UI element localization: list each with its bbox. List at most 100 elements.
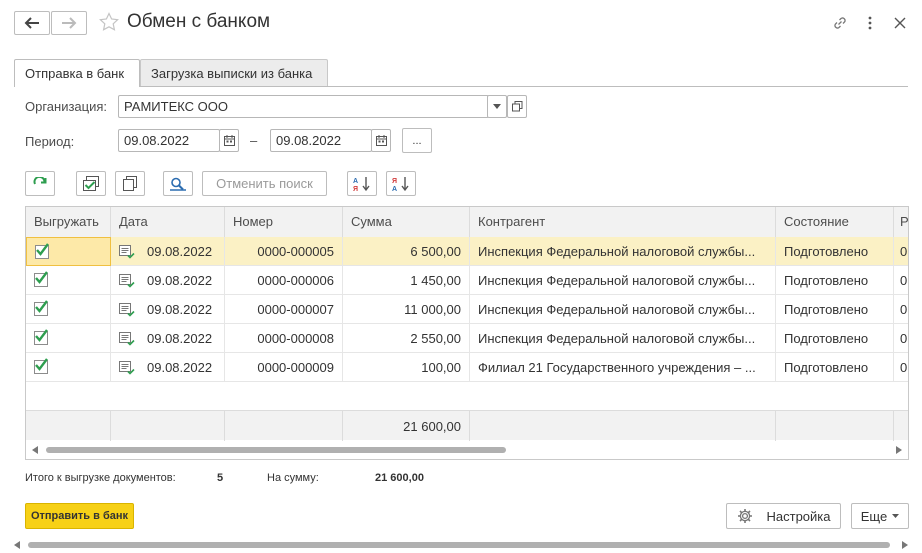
documents-table: Выгружать Дата Номер Сумма Контрагент Со… <box>25 206 909 460</box>
date-cell: 09.08.2022 <box>111 266 225 295</box>
window-horizontal-scrollbar[interactable] <box>10 540 912 550</box>
extra-cell: 0 <box>900 331 908 346</box>
upload-checkbox[interactable] <box>34 300 48 316</box>
organization-label: Организация: <box>25 99 108 114</box>
footer-cell <box>225 411 343 441</box>
tab-send-to-bank[interactable]: Отправка в банк <box>14 59 140 87</box>
sort-ascending-button[interactable]: А Я <box>347 171 377 196</box>
checkmark-icon <box>35 358 48 371</box>
scroll-left-icon[interactable] <box>14 541 20 549</box>
upload-checkbox[interactable] <box>34 358 48 374</box>
checkmark-icon <box>36 243 49 256</box>
extra-cell: 0 <box>900 244 908 259</box>
sort-descending-icon: Я А <box>392 176 409 192</box>
date-value: 09.08.2022 <box>147 244 213 259</box>
scroll-left-icon[interactable] <box>32 446 38 454</box>
table-row[interactable]: 09.08.2022 0000-000008 2 550,00 Инспекция Ф… <box>26 324 908 353</box>
period-to-input[interactable]: 09.08.2022 <box>270 129 372 152</box>
chevron-down-icon <box>892 514 900 518</box>
sum-cell: 100,00 <box>343 353 470 382</box>
state-cell: Подготовлено <box>776 237 894 266</box>
more-vertical-icon[interactable] <box>861 14 879 32</box>
select-all-button[interactable] <box>76 171 106 196</box>
total-sum-value: 21 600,00 <box>375 472 424 484</box>
period-from-calendar-button[interactable] <box>219 129 239 152</box>
column-header-sum[interactable]: Сумма <box>343 207 470 237</box>
checkmark-icon <box>35 329 48 342</box>
contractor-cell: Инспекция Федеральной налоговой службы..… <box>470 324 776 353</box>
upload-checkbox[interactable] <box>34 329 48 345</box>
payment-order-icon <box>119 361 135 378</box>
table-row[interactable]: 09.08.2022 0000-000009 100,00 Филиал 21 Гос… <box>26 353 908 382</box>
column-header-state[interactable]: Состояние <box>776 207 894 237</box>
favorite-star-icon[interactable] <box>99 12 119 35</box>
column-header-number[interactable]: Номер <box>225 207 343 237</box>
footer-total-sum: 21 600,00 <box>343 411 470 441</box>
checkmark-icon <box>35 271 48 284</box>
refresh-icon <box>33 176 47 184</box>
sum-cell: 2 550,00 <box>343 324 470 353</box>
table-row[interactable]: 09.08.2022 0000-000007 11 000,00 Инспекция … <box>26 295 908 324</box>
date-value: 09.08.2022 <box>147 302 213 317</box>
search-button[interactable] <box>163 171 193 196</box>
state-cell: Подготовлено <box>776 295 894 324</box>
check-all-icon <box>83 175 99 191</box>
send-to-bank-button[interactable]: Отправить в банк <box>25 503 134 529</box>
cancel-search-button[interactable]: Отменить поиск <box>202 171 327 196</box>
scroll-right-icon[interactable] <box>896 446 902 454</box>
svg-text:А: А <box>353 178 358 185</box>
tab-divider <box>14 86 908 87</box>
forward-button[interactable] <box>51 11 87 35</box>
footer-cell <box>111 411 225 441</box>
upload-checkbox-cell <box>26 295 111 324</box>
sum-cell: 1 450,00 <box>343 266 470 295</box>
period-select-button[interactable]: ... <box>402 128 432 153</box>
chevron-down-icon <box>493 104 501 109</box>
organization-dropdown-button[interactable] <box>487 95 507 118</box>
upload-checkbox[interactable] <box>34 271 48 287</box>
refresh-button[interactable] <box>25 171 55 196</box>
table-row[interactable]: 09.08.2022 0000-000005 6 500,00 Инспекция Ф… <box>26 237 908 266</box>
column-header-contractor[interactable]: Контрагент <box>470 207 776 237</box>
calendar-icon <box>375 135 387 146</box>
copy-button[interactable] <box>115 171 145 196</box>
total-sum-label: На сумму: <box>267 472 319 484</box>
settings-button[interactable]: Настройка <box>726 503 841 529</box>
back-button[interactable] <box>14 11 50 35</box>
organization-open-button[interactable] <box>507 95 527 118</box>
column-header-extra[interactable]: Р <box>894 207 908 237</box>
link-icon[interactable] <box>831 14 849 32</box>
svg-text:Я: Я <box>392 178 397 185</box>
window-scrollbar-thumb[interactable] <box>28 542 890 548</box>
more-button[interactable]: Еще <box>851 503 909 529</box>
date-cell: 09.08.2022 <box>111 353 225 382</box>
upload-checkbox-cell <box>26 353 111 382</box>
sort-descending-button[interactable]: Я А <box>386 171 416 196</box>
period-from-input[interactable]: 09.08.2022 <box>118 129 220 152</box>
column-header-date[interactable]: Дата <box>111 207 225 237</box>
more-label: Еще <box>860 508 888 524</box>
search-icon <box>170 177 186 191</box>
column-header-upload[interactable]: Выгружать <box>26 207 111 237</box>
upload-checkbox-cell <box>26 324 111 353</box>
payment-order-icon <box>119 245 135 262</box>
svg-text:Я: Я <box>353 186 358 192</box>
date-cell: 09.08.2022 <box>111 237 225 266</box>
number-cell: 0000-000007 <box>225 295 343 324</box>
table-row[interactable]: 09.08.2022 0000-000006 1 450,00 Инспекция Ф… <box>26 266 908 295</box>
period-to-calendar-button[interactable] <box>371 129 391 152</box>
payment-order-icon <box>119 332 135 349</box>
upload-checkbox[interactable] <box>35 243 49 259</box>
tab-load-statement[interactable]: Загрузка выписки из банка <box>140 59 328 86</box>
footer-cell <box>26 411 111 441</box>
close-icon[interactable] <box>891 14 909 32</box>
horizontal-scrollbar[interactable] <box>26 443 908 457</box>
organization-input[interactable]: РАМИТЕКС ООО <box>118 95 489 118</box>
date-value: 09.08.2022 <box>147 273 213 288</box>
date-value: 09.08.2022 <box>147 360 213 375</box>
calendar-icon <box>223 135 235 146</box>
settings-label: Настройка <box>766 508 831 524</box>
documents-count-value: 5 <box>217 472 224 484</box>
scroll-right-icon[interactable] <box>902 541 908 549</box>
scrollbar-thumb[interactable] <box>46 447 506 453</box>
